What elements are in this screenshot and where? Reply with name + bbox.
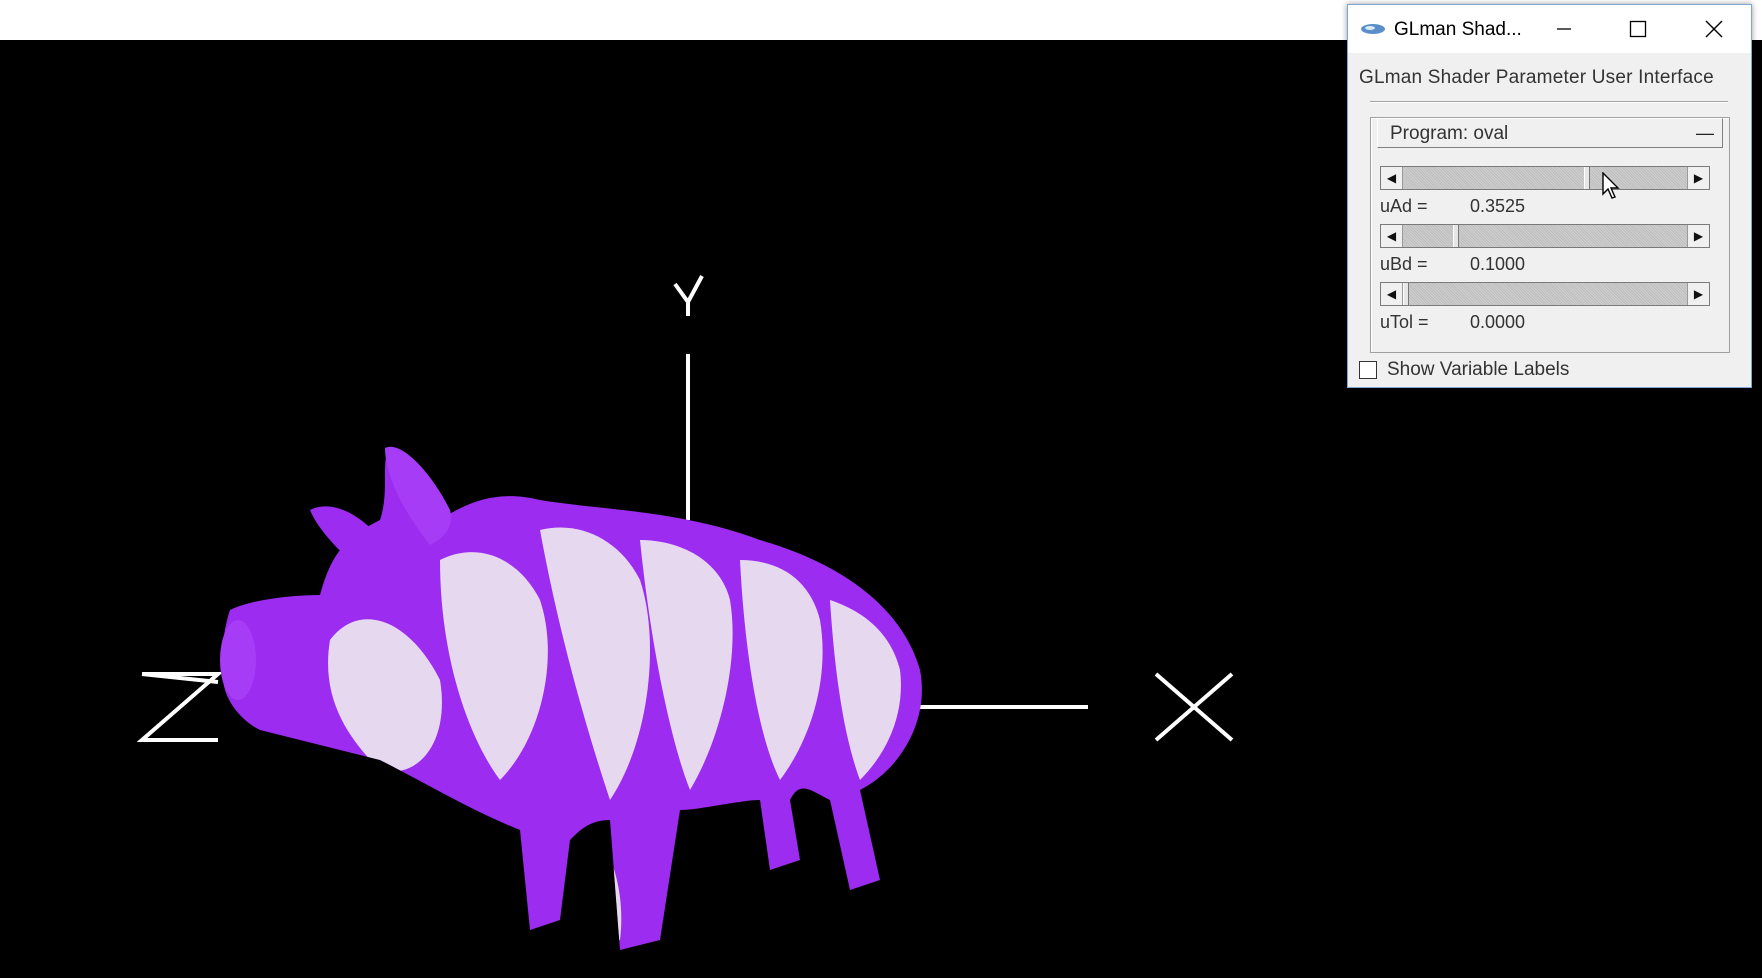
ubd-slider[interactable]: ◀ ▶ xyxy=(1380,224,1710,248)
ubd-slider-right-arrow[interactable]: ▶ xyxy=(1687,225,1709,247)
uad-slider-thumb[interactable] xyxy=(1583,167,1590,189)
utol-label: uTol = xyxy=(1380,312,1429,332)
y-glyph xyxy=(673,275,704,306)
ubd-slider-left-arrow[interactable]: ◀ xyxy=(1381,225,1403,247)
panel-header: GLman Shader Parameter User Interface xyxy=(1359,67,1714,88)
glman-app-icon xyxy=(1361,24,1385,34)
utol-slider-thumb[interactable] xyxy=(1403,283,1409,305)
maximize-icon xyxy=(1629,20,1647,38)
header-separator xyxy=(1370,101,1728,103)
shader-parameter-window: GLman Shad... GLman Shader Parameter Use… xyxy=(1347,4,1752,388)
program-label: Program: oval xyxy=(1390,123,1509,144)
utol-slider-right-arrow[interactable]: ▶ xyxy=(1687,283,1709,305)
ubd-row: uBd = 0.1000 xyxy=(1380,254,1525,275)
close-icon xyxy=(1705,20,1723,38)
maximize-button[interactable] xyxy=(1601,5,1675,53)
close-button[interactable] xyxy=(1677,5,1751,53)
show-variable-labels-row[interactable]: Show Variable Labels xyxy=(1359,359,1569,381)
z-glyph xyxy=(136,672,224,742)
utol-row: uTol = 0.0000 xyxy=(1380,312,1525,333)
uad-label: uAd = xyxy=(1380,196,1428,216)
program-rollout-group: Program: oval — ◀ ▶ uAd = 0.3525 ◀ ▶ uBd … xyxy=(1370,117,1730,353)
panel-body: GLman Shader Parameter User Interface Pr… xyxy=(1348,53,1751,387)
minimize-button[interactable] xyxy=(1527,5,1601,53)
show-variable-labels-checkbox[interactable] xyxy=(1359,361,1377,379)
uad-slider-right-arrow[interactable]: ▶ xyxy=(1687,167,1709,189)
uad-slider[interactable]: ◀ ▶ xyxy=(1380,166,1710,190)
uad-row: uAd = 0.3525 xyxy=(1380,196,1525,217)
mouse-pointer-icon xyxy=(1602,172,1620,199)
program-rollout[interactable]: Program: oval — xyxy=(1377,118,1723,148)
window-titlebar[interactable]: GLman Shad... xyxy=(1348,5,1751,53)
uad-slider-left-arrow[interactable]: ◀ xyxy=(1381,167,1403,189)
pig-model xyxy=(220,446,922,950)
utol-value: 0.0000 xyxy=(1470,312,1526,332)
minimize-icon xyxy=(1557,28,1571,30)
ubd-label: uBd = xyxy=(1380,254,1428,274)
ubd-slider-thumb[interactable] xyxy=(1453,225,1460,247)
collapse-toggle[interactable]: — xyxy=(1694,119,1716,147)
uad-value: 0.3525 xyxy=(1470,196,1526,216)
utol-slider-left-arrow[interactable]: ◀ xyxy=(1381,283,1403,305)
utol-slider[interactable]: ◀ ▶ xyxy=(1380,282,1710,306)
ubd-value: 0.1000 xyxy=(1470,254,1526,274)
show-variable-labels-label: Show Variable Labels xyxy=(1387,359,1570,380)
window-title: GLman Shad... xyxy=(1394,19,1522,40)
